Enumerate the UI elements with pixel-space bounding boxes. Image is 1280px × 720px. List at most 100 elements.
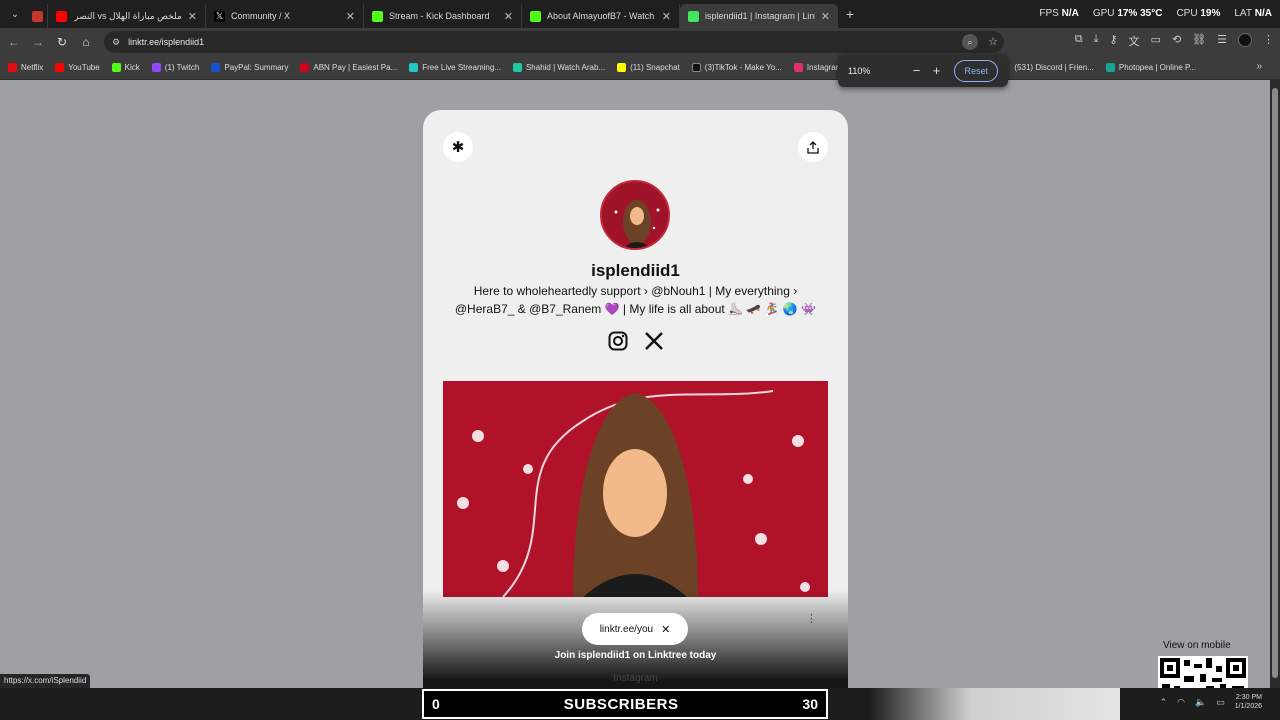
bookmark-label: (11) Snapchat	[630, 63, 680, 72]
address-bar[interactable]: ⚙ linktr.ee/isplendiid1 ⌕ ☆	[104, 31, 1004, 53]
shahid-icon	[512, 63, 522, 72]
bookmark-youtube[interactable]: YouTube	[55, 63, 100, 72]
system-tray: ⌃ ◠ 🔈 ▭ 2:30 PM 1/1/2026	[1160, 693, 1262, 711]
close-tab-icon[interactable]: ✕	[821, 10, 830, 23]
reading-list-icon[interactable]: ☰	[1217, 33, 1227, 49]
lat-label: LAT	[1234, 8, 1252, 19]
bookmark-twitch[interactable]: (1) Twitch	[151, 63, 199, 72]
tab-2[interactable]: Stream - Kick Dashboard ✕	[364, 4, 522, 28]
url-text: linktr.ee/isplendiid1	[128, 37, 205, 47]
volume-icon[interactable]: 🔈	[1195, 697, 1206, 708]
bookmark-instagram[interactable]: Instagram	[793, 63, 842, 72]
more-bookmarks-icon[interactable]: »	[1256, 61, 1262, 72]
close-tab-icon[interactable]: ✕	[662, 10, 671, 23]
forward-icon[interactable]: →	[26, 35, 50, 49]
profile-username: isplendiid1	[591, 261, 680, 280]
zoom-level: 110%	[848, 65, 871, 76]
social-icons	[607, 330, 665, 352]
site-info-icon[interactable]: ⚙	[112, 37, 120, 48]
reload-icon[interactable]: ↻	[50, 35, 74, 49]
bookmark-label: Kick	[124, 63, 140, 72]
bookmark-shahid[interactable]: Shahid | Watch Arab...	[512, 63, 606, 72]
bookmark-star-icon[interactable]: ☆	[988, 35, 998, 48]
history-icon[interactable]: ⟲	[1172, 33, 1181, 49]
new-tab-button[interactable]: +	[838, 6, 862, 22]
zoom-in-button[interactable]: +	[926, 63, 946, 78]
bookmark-label: Free Live Streaming...	[422, 63, 501, 72]
extensions-icon[interactable]: ⧉	[1075, 33, 1083, 49]
x-logo-icon[interactable]	[643, 330, 665, 352]
home-icon[interactable]: ⌂	[74, 35, 98, 49]
kick-icon	[372, 10, 383, 22]
bookmark-label: Photopea | Online P...	[1118, 63, 1196, 72]
linktree-cta-pill[interactable]: linktr.ee/you ✕	[582, 613, 688, 645]
performance-overlay: FPS N/A GPU 17% 35°C CPU 19% LAT N/A	[1039, 8, 1272, 19]
zoom-out-button[interactable]: −	[906, 63, 926, 78]
close-tab-icon[interactable]: ✕	[346, 10, 355, 23]
close-icon[interactable]: ✕	[661, 623, 670, 636]
tab-4-active[interactable]: isplendiid1 | Instagram | Linktree ✕	[680, 4, 838, 28]
chevron-up-icon[interactable]: ⌃	[1160, 697, 1168, 708]
cpu-value: 19%	[1200, 8, 1221, 19]
bookmark-paypal[interactable]: PayPal: Summary	[211, 63, 288, 72]
instagram-icon	[793, 63, 803, 72]
tab-title: Stream - Kick Dashboard	[389, 11, 490, 21]
clock[interactable]: 2:30 PM 1/1/2026	[1235, 693, 1262, 711]
scrollbar-thumb[interactable]	[1272, 88, 1278, 678]
bookmark-kick[interactable]: Kick	[111, 63, 140, 72]
clock-date: 1/1/2026	[1234, 703, 1262, 710]
download-icon[interactable]: ⤓	[1094, 33, 1099, 49]
page-scrollbar[interactable]	[1270, 80, 1280, 688]
translate-icon[interactable]: 文	[1129, 33, 1140, 49]
bookmark-discord[interactable]: (531) Discord | Frien...	[1014, 63, 1093, 72]
photopea-icon	[1105, 63, 1115, 72]
tab-search-chevron-icon[interactable]: ⌄	[2, 4, 28, 24]
browser-toolbar: ← → ↻ ⌂ ⚙ linktr.ee/isplendiid1 ⌕ ☆ ⧉ ⤓ …	[0, 28, 1280, 56]
more-options-icon[interactable]: ⋮	[806, 612, 817, 625]
instagram-icon[interactable]	[607, 330, 629, 352]
back-icon[interactable]: ←	[2, 35, 26, 49]
bookmark-snapchat[interactable]: (11) Snapchat	[617, 63, 680, 72]
zoom-icon[interactable]: ⌕	[962, 34, 978, 50]
join-linktree-text[interactable]: Join isplendiid1 on Linktree today	[423, 650, 848, 661]
tab-3[interactable]: About AlmayuofB7 - Watch Live ✕	[522, 4, 680, 28]
linktree-icon	[688, 10, 699, 22]
close-tab-icon[interactable]: ✕	[504, 10, 513, 23]
bookmark-label: (531) Discord | Frien...	[1014, 63, 1094, 72]
tab-title: About AlmayuofB7 - Watch Live	[547, 11, 656, 21]
bookmark-abn[interactable]: ABN Pay | Easiest Pa...	[300, 63, 397, 72]
instagram-link-title[interactable]: Instagram	[423, 673, 848, 684]
profile-avatar[interactable]	[1238, 33, 1252, 47]
bookmark-label: Shahid | Watch Arab...	[525, 63, 606, 72]
tab-title: Community / X	[231, 11, 291, 21]
linktree-asterisk-icon[interactable]: ✱	[443, 132, 473, 162]
pinned-tab[interactable]	[28, 4, 48, 28]
youtube-icon	[55, 63, 65, 72]
tiktok-icon	[691, 63, 701, 72]
battery-icon[interactable]: ▭	[1216, 697, 1225, 708]
menu-kebab-icon[interactable]: ⋮	[1263, 33, 1274, 49]
tab-strip: ⌄ ملخص مباراة الهلال vs النصر ( 5 ✕ 𝕏 Co…	[0, 0, 1280, 28]
status-bar-url: https://x.com/iSplendiid	[0, 674, 91, 688]
netflix-icon	[8, 63, 17, 72]
tab-1[interactable]: 𝕏 Community / X ✕	[206, 4, 364, 28]
x-logo-icon: 𝕏	[214, 10, 225, 22]
password-key-icon[interactable]: ⚷	[1109, 33, 1117, 49]
bookmarks-bar: Netflix YouTube Kick (1) Twitch PayPal: …	[0, 56, 1280, 80]
close-tab-icon[interactable]: ✕	[188, 10, 197, 23]
zoom-reset-button[interactable]: Reset	[954, 59, 998, 82]
tab-0[interactable]: ملخص مباراة الهلال vs النصر ( 5 ✕	[48, 4, 206, 28]
zoom-popup: 110% − + Reset	[838, 54, 1008, 87]
link-icon[interactable]: ⛓	[1192, 33, 1206, 49]
share-icon[interactable]	[798, 132, 828, 162]
bookmark-tiktok[interactable]: (3)TikTok - Make Yo...	[691, 63, 782, 72]
bookmark-netflix[interactable]: Netflix	[8, 63, 43, 72]
profile-avatar	[600, 180, 670, 250]
bio-line-1: Here to wholeheartedly support › @bNouh1…	[473, 284, 798, 298]
bookmark-photopea[interactable]: Photopea | Online P...	[1105, 63, 1196, 72]
instagram-link-thumbnail[interactable]	[443, 381, 828, 597]
wallet-icon[interactable]: ▭	[1151, 33, 1161, 49]
subscribers-goal: 30	[802, 696, 818, 712]
wifi-icon[interactable]: ◠	[1177, 697, 1185, 708]
bookmark-streaming[interactable]: Free Live Streaming...	[409, 63, 501, 72]
